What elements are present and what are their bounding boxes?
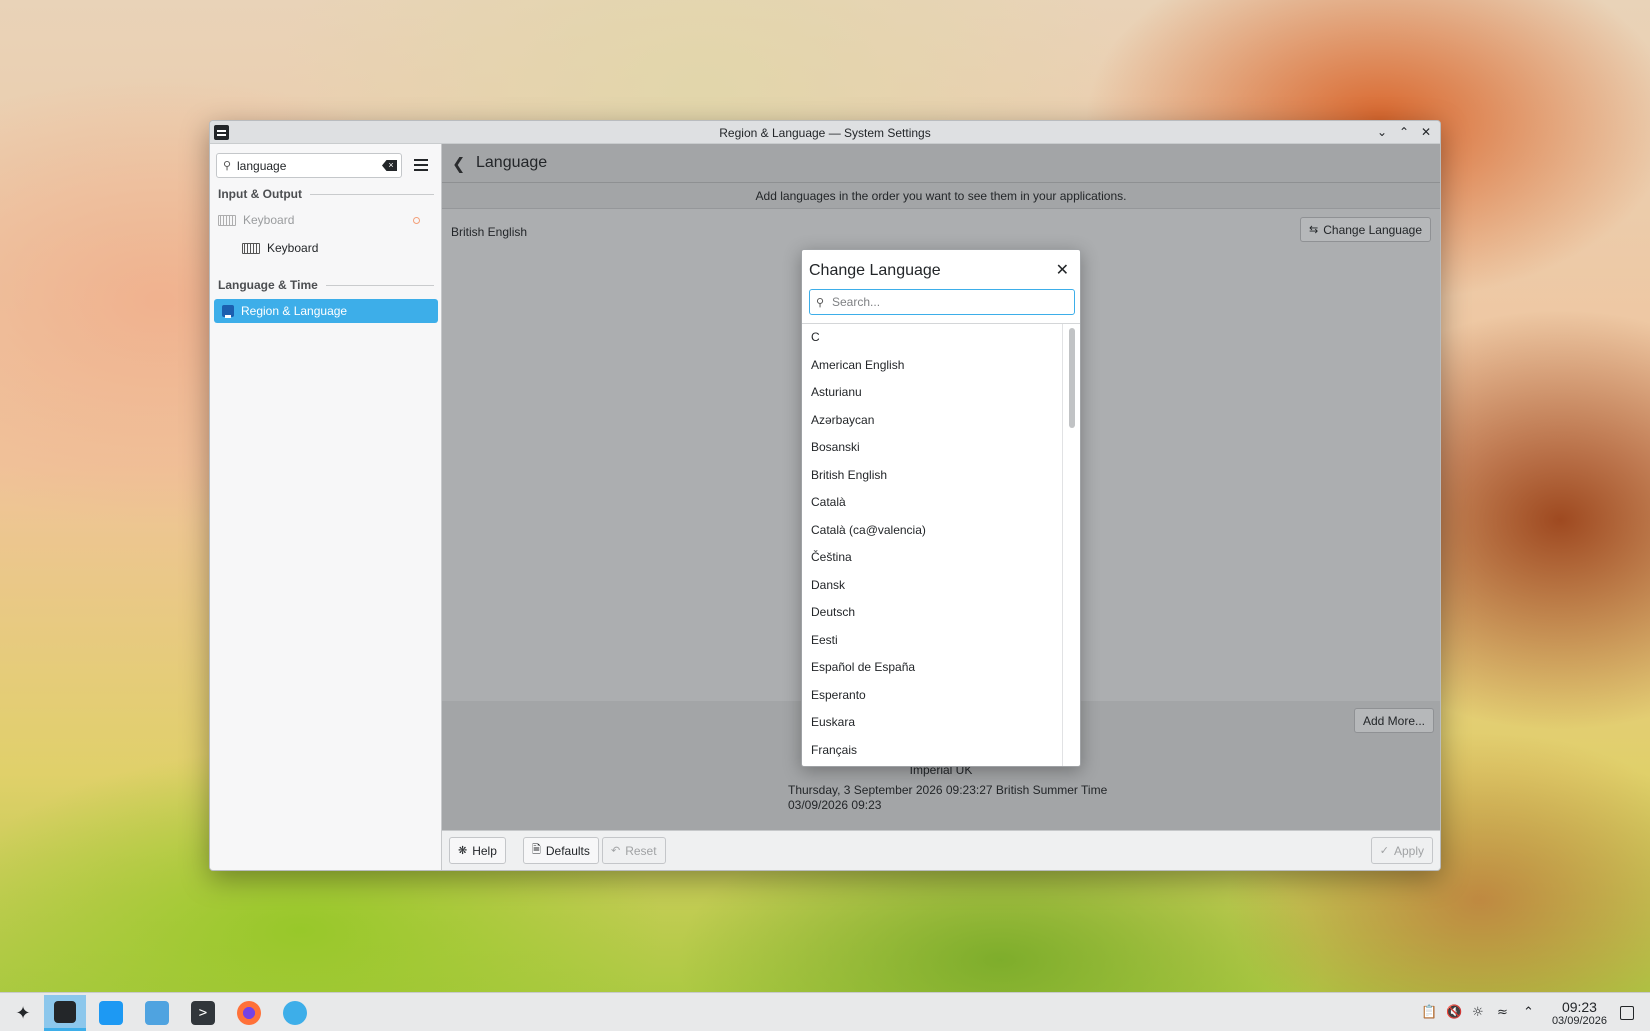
language-list-item[interactable]: Asturianu: [802, 379, 1064, 407]
firefox-icon: [237, 1001, 261, 1025]
language-list-item[interactable]: Azərbaycan: [802, 407, 1064, 435]
language-list-item[interactable]: Català (ca@valencia): [802, 517, 1064, 545]
dialog-close-icon[interactable]: ✕: [1056, 260, 1069, 279]
sidebar-search-input[interactable]: [237, 158, 377, 173]
language-list: C American English Asturianu Azərbaycan Bosa…: [802, 324, 1064, 766]
language-list-item[interactable]: Esperanto: [802, 682, 1064, 710]
task-firefox[interactable]: [228, 995, 270, 1031]
sidebar-item-keyboard[interactable]: Keyboard: [214, 236, 438, 260]
task-system-settings[interactable]: [44, 995, 86, 1031]
search-icon: ⚲: [223, 159, 232, 172]
section-language-time: Language & Time: [218, 278, 434, 292]
change-language-button[interactable]: ⇆ Change Language: [1300, 217, 1431, 242]
language-list-item[interactable]: Español de España: [802, 654, 1064, 682]
language-search[interactable]: ⚲: [809, 289, 1075, 315]
hamburger-menu-icon[interactable]: [414, 159, 428, 171]
terminal-icon: >: [191, 1001, 215, 1025]
volume-muted-icon[interactable]: 🔇: [1446, 1005, 1462, 1020]
settings-sliders-icon: ⇆: [1309, 223, 1319, 236]
clock-date: 03/09/2026: [1551, 1015, 1607, 1027]
help-button[interactable]: ❋ Help: [449, 837, 506, 864]
launcher-icon: ✦: [15, 1002, 31, 1024]
maximize-button[interactable]: ⌃: [1396, 124, 1412, 140]
task-file-manager[interactable]: [136, 995, 178, 1031]
scrollbar-thumb[interactable]: [1069, 328, 1075, 428]
globe-icon: [283, 1001, 307, 1025]
search-icon: ⚲: [816, 295, 825, 309]
short-date-summary: 03/09/2026 09:23: [788, 798, 882, 812]
undo-icon: ↶: [611, 844, 621, 857]
taskbar: ✦ > 📋 🔇 ☼ ≈ ⌃ 09:23 03/09/2026: [0, 992, 1650, 1031]
defaults-button[interactable]: 🗎 Defaults: [523, 837, 599, 864]
language-list-item[interactable]: American English: [802, 352, 1064, 380]
show-desktop-icon[interactable]: [1620, 1006, 1634, 1020]
keyboard-icon: [218, 214, 236, 226]
window-controls: ⌄ ⌃ ✕: [1374, 124, 1434, 140]
language-list-item[interactable]: Français: [802, 737, 1064, 765]
system-settings-icon: [54, 1000, 76, 1023]
checkmark-icon: ✓: [1379, 844, 1389, 857]
task-terminal[interactable]: >: [182, 995, 224, 1031]
sidebar: ⚲ × Input & Output Keyboard Keyboard Lan…: [210, 144, 442, 870]
language-list-item[interactable]: Català: [802, 489, 1064, 517]
keyboard-icon: [242, 242, 260, 254]
language-list-item[interactable]: Euskara: [802, 709, 1064, 737]
current-language: British English: [451, 225, 528, 239]
language-list-item[interactable]: Čeština: [802, 544, 1064, 572]
page-header: ❮ Language: [442, 144, 1440, 183]
long-date-summary: Thursday, 3 September 2026 09:23:27 Brit…: [788, 783, 1108, 797]
language-search-input[interactable]: [832, 295, 1062, 309]
footer-bar: ❋ Help 🗎 Defaults ↶ Reset ✓ Apply: [442, 830, 1440, 870]
highlight-dot: [413, 217, 420, 224]
language-list-item[interactable]: British English: [802, 462, 1064, 490]
close-window-button[interactable]: ✕: [1418, 124, 1434, 140]
section-input-output: Input & Output: [218, 187, 434, 201]
info-message: Add languages in the order you want to s…: [442, 183, 1440, 209]
change-language-dialog: Change Language ✕ ⚲ CAmerican EnglishAst…: [801, 249, 1081, 767]
language-list-item[interactable]: Dansk: [802, 572, 1064, 600]
brightness-icon[interactable]: ☼: [1472, 1005, 1484, 1020]
add-more-button[interactable]: Add More...: [1353, 708, 1434, 733]
language-list-item[interactable]: Deutsch: [802, 599, 1064, 627]
back-arrow-icon[interactable]: ❮: [452, 154, 470, 173]
task-browser[interactable]: [274, 995, 316, 1031]
language-list-scrollbar[interactable]: [1062, 324, 1080, 766]
language-list-item[interactable]: C: [802, 324, 1064, 352]
clock[interactable]: 09:23 03/09/2026: [1552, 999, 1607, 1027]
window-title: Region & Language — System Settings: [719, 126, 931, 140]
title-bar[interactable]: Region & Language — System Settings ⌄ ⌃ …: [210, 121, 1440, 144]
folder-icon: [145, 1001, 169, 1025]
sidebar-item-keyboard-parent[interactable]: Keyboard: [214, 208, 438, 232]
language-list-item[interactable]: Bosanski: [802, 434, 1064, 462]
region-language-icon: [222, 305, 234, 318]
document-icon: 🗎: [532, 843, 541, 856]
page-title: Language: [476, 154, 548, 171]
minimize-button[interactable]: ⌄: [1374, 124, 1390, 140]
clock-time: 09:23: [1561, 999, 1597, 1015]
application-launcher[interactable]: ✦: [2, 995, 44, 1031]
reset-button[interactable]: ↶ Reset: [602, 837, 666, 864]
discover-store-icon: [99, 1001, 123, 1025]
clear-search-icon[interactable]: ×: [382, 160, 397, 171]
language-list-item[interactable]: Eesti: [802, 627, 1064, 655]
wifi-icon[interactable]: ≈: [1497, 1005, 1508, 1020]
dialog-title: Change Language: [809, 262, 941, 279]
sidebar-search[interactable]: ⚲ ×: [216, 153, 402, 178]
help-icon: ❋: [458, 844, 468, 857]
expand-tray-icon[interactable]: ⌃: [1523, 1005, 1534, 1020]
sidebar-item-region-language[interactable]: Region & Language: [214, 299, 438, 323]
apply-button[interactable]: ✓ Apply: [1370, 837, 1433, 864]
task-discover[interactable]: [90, 995, 132, 1031]
clipboard-icon[interactable]: 📋: [1421, 1005, 1437, 1020]
